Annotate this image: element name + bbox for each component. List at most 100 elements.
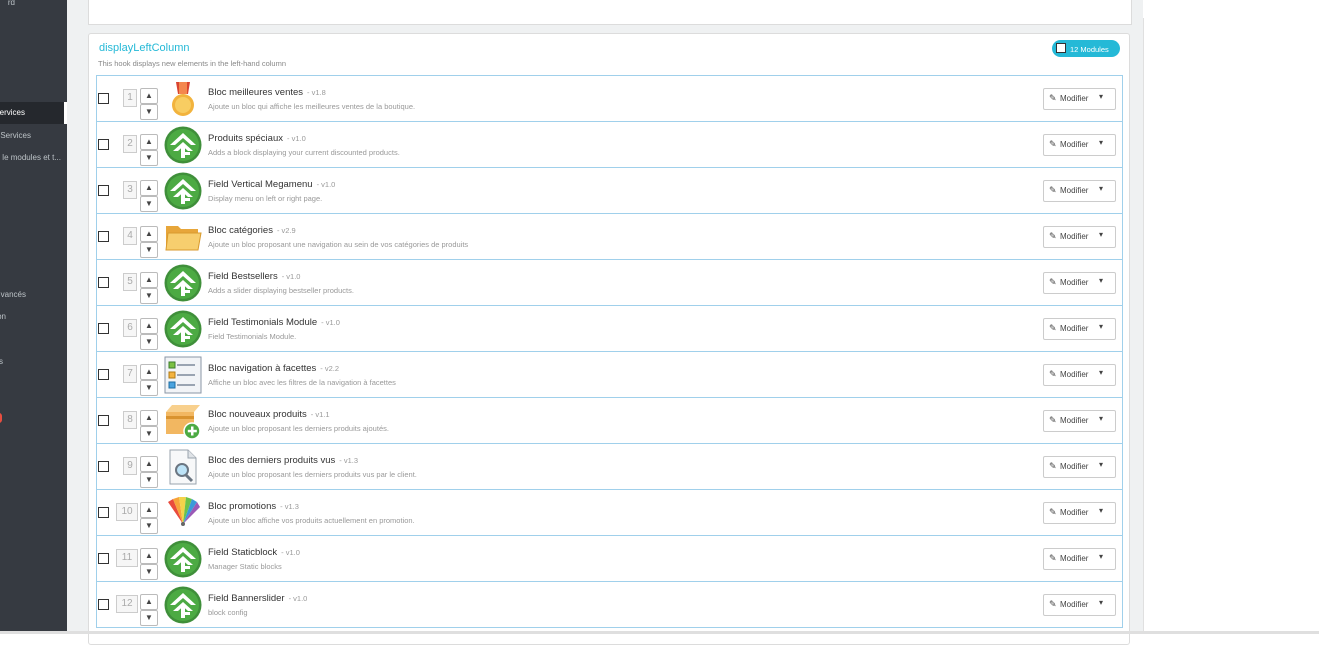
modify-button[interactable]: ✎ Modifier ▾ (1043, 594, 1116, 616)
modules-count-badge[interactable]: 12 Modules (1052, 40, 1120, 57)
sidebar-item-dashboard[interactable]: rd (0, 0, 67, 14)
module-name-line[interactable]: Field Bestsellers - v1.0 (208, 271, 300, 282)
modify-button[interactable]: ✎ Modifier ▾ (1043, 456, 1116, 478)
module-row[interactable]: 6 ▲ ▼ Field Testimonials Module - v1.0 Field… (97, 306, 1122, 352)
move-down-arrow-icon[interactable]: ▼ (140, 426, 158, 442)
caret-down-icon[interactable]: ▾ (1099, 598, 1103, 607)
module-row[interactable]: 1 ▲ ▼ Bloc meilleures ventes - v1.8 Ajoute u… (97, 76, 1122, 122)
magnifier-document-icon (164, 448, 202, 486)
module-row[interactable]: 8 ▲ ▼ Bloc nouveaux produits - v1.1 Ajoute u… (97, 398, 1122, 444)
module-name-line[interactable]: Bloc meilleures ventes - v1.8 (208, 87, 326, 98)
module-name-line[interactable]: Bloc catégories - v2.9 (208, 225, 296, 236)
module-checkbox[interactable] (98, 599, 109, 610)
module-row[interactable]: 3 ▲ ▼ Field Vertical Megamenu - v1.0 Display… (97, 168, 1122, 214)
module-name-line[interactable]: Field Staticblock - v1.0 (208, 547, 300, 558)
caret-down-icon[interactable]: ▾ (1099, 138, 1103, 147)
move-down-arrow-icon[interactable]: ▼ (140, 196, 158, 212)
module-version: - v1.3 (280, 502, 299, 511)
module-name-line[interactable]: Produits spéciaux - v1.0 (208, 133, 306, 144)
move-up-arrow-icon[interactable]: ▲ (140, 88, 158, 104)
caret-down-icon[interactable]: ▾ (1099, 414, 1103, 423)
caret-down-icon[interactable]: ▾ (1099, 322, 1103, 331)
move-up-arrow-icon[interactable]: ▲ (140, 548, 158, 564)
modify-button[interactable]: ✎ Modifier ▾ (1043, 318, 1116, 340)
module-checkbox[interactable] (98, 185, 109, 196)
module-name-line[interactable]: Field Bannerslider - v1.0 (208, 593, 307, 604)
module-checkbox[interactable] (98, 277, 109, 288)
modify-button[interactable]: ✎ Modifier ▾ (1043, 502, 1116, 524)
module-row[interactable]: 2 ▲ ▼ Produits spéciaux - v1.0 Adds a block … (97, 122, 1122, 168)
sidebar-item-services[interactable]: Services (0, 125, 67, 147)
move-up-arrow-icon[interactable]: ▲ (140, 226, 158, 242)
module-row[interactable]: 10 ▲ ▼ Bloc promotions - v1.3 Ajoute un bloc… (97, 490, 1122, 536)
modules-count-label: 12 Modules (1070, 45, 1109, 54)
move-down-arrow-icon[interactable]: ▼ (140, 242, 158, 258)
move-down-arrow-icon[interactable]: ▼ (140, 150, 158, 166)
modify-button[interactable]: ✎ Modifier ▾ (1043, 226, 1116, 248)
caret-down-icon[interactable]: ▾ (1099, 506, 1103, 515)
module-checkbox[interactable] (98, 231, 109, 242)
move-up-arrow-icon[interactable]: ▲ (140, 456, 158, 472)
caret-down-icon[interactable]: ▾ (1099, 184, 1103, 193)
module-checkbox[interactable] (98, 139, 109, 150)
move-down-arrow-icon[interactable]: ▼ (140, 104, 158, 120)
module-checkbox[interactable] (98, 369, 109, 380)
move-up-arrow-icon[interactable]: ▲ (140, 364, 158, 380)
modify-label: Modifier (1060, 554, 1089, 563)
move-down-arrow-icon[interactable]: ▼ (140, 518, 158, 534)
module-checkbox[interactable] (98, 93, 109, 104)
right-header (1143, 0, 1319, 18)
module-row[interactable]: 5 ▲ ▼ Field Bestsellers - v1.0 Adds a slider… (97, 260, 1122, 306)
module-row[interactable]: 12 ▲ ▼ Field Bannerslider - v1.0 block confi… (97, 582, 1122, 628)
sidebar-item-advanced[interactable]: vancés (0, 284, 67, 306)
move-up-arrow-icon[interactable]: ▲ (140, 272, 158, 288)
module-row[interactable]: 11 ▲ ▼ Field Staticblock - v1.0 Manager Stat… (97, 536, 1122, 582)
move-down-arrow-icon[interactable]: ▼ (140, 472, 158, 488)
module-checkbox[interactable] (98, 461, 109, 472)
module-name-line[interactable]: Field Vertical Megamenu - v1.0 (208, 179, 335, 190)
move-up-arrow-icon[interactable]: ▲ (140, 318, 158, 334)
caret-down-icon[interactable]: ▾ (1099, 368, 1103, 377)
sidebar-item-stats[interactable]: s (0, 351, 67, 373)
module-checkbox[interactable] (98, 553, 109, 564)
caret-down-icon[interactable]: ▾ (1099, 92, 1103, 101)
move-down-arrow-icon[interactable]: ▼ (140, 564, 158, 580)
module-name-line[interactable]: Bloc nouveaux produits - v1.1 (208, 409, 330, 420)
module-description: Ajoute un bloc qui affiche les meilleure… (208, 102, 416, 111)
move-up-arrow-icon[interactable]: ▲ (140, 502, 158, 518)
caret-down-icon[interactable]: ▾ (1099, 230, 1103, 239)
module-row[interactable]: 9 ▲ ▼ Bloc des derniers produits vus - v1.3… (97, 444, 1122, 490)
module-name-line[interactable]: Bloc promotions - v1.3 (208, 501, 299, 512)
sidebar-item-admin[interactable]: on (0, 306, 67, 328)
modify-button[interactable]: ✎ Modifier ▾ (1043, 180, 1116, 202)
module-row[interactable]: 4 ▲ ▼ Bloc catégories - v2.9 Ajoute un bloc … (97, 214, 1122, 260)
modify-button[interactable]: ✎ Modifier ▾ (1043, 364, 1116, 386)
caret-down-icon[interactable]: ▾ (1099, 276, 1103, 285)
move-up-arrow-icon[interactable]: ▲ (140, 134, 158, 150)
modify-button[interactable]: ✎ Modifier ▾ (1043, 134, 1116, 156)
modify-button[interactable]: ✎ Modifier ▾ (1043, 410, 1116, 432)
module-checkbox[interactable] (98, 323, 109, 334)
move-down-arrow-icon[interactable]: ▼ (140, 380, 158, 396)
modify-label: Modifier (1060, 94, 1089, 103)
modify-button[interactable]: ✎ Modifier ▾ (1043, 548, 1116, 570)
module-checkbox[interactable] (98, 415, 109, 426)
sidebar-item-modules[interactable]: le modules et t... (0, 147, 67, 169)
module-row[interactable]: 7 ▲ ▼ Bloc navigation à facettes - v2.2 Affi… (97, 352, 1122, 398)
move-up-arrow-icon[interactable]: ▲ (140, 180, 158, 196)
module-checkbox[interactable] (98, 507, 109, 518)
module-name-line[interactable]: Bloc navigation à facettes - v2.2 (208, 363, 339, 374)
move-down-arrow-icon[interactable]: ▼ (140, 288, 158, 304)
select-all-checkbox[interactable] (1056, 43, 1066, 53)
module-name-line[interactable]: Bloc des derniers produits vus - v1.3 (208, 455, 358, 466)
move-up-arrow-icon[interactable]: ▲ (140, 594, 158, 610)
caret-down-icon[interactable]: ▾ (1099, 460, 1103, 469)
move-down-arrow-icon[interactable]: ▼ (140, 610, 158, 626)
sidebar-item-services-active[interactable]: ervices (0, 102, 67, 124)
modify-button[interactable]: ✎ Modifier ▾ (1043, 88, 1116, 110)
module-name-line[interactable]: Field Testimonials Module - v1.0 (208, 317, 340, 328)
modify-button[interactable]: ✎ Modifier ▾ (1043, 272, 1116, 294)
move-down-arrow-icon[interactable]: ▼ (140, 334, 158, 350)
caret-down-icon[interactable]: ▾ (1099, 552, 1103, 561)
move-up-arrow-icon[interactable]: ▲ (140, 410, 158, 426)
